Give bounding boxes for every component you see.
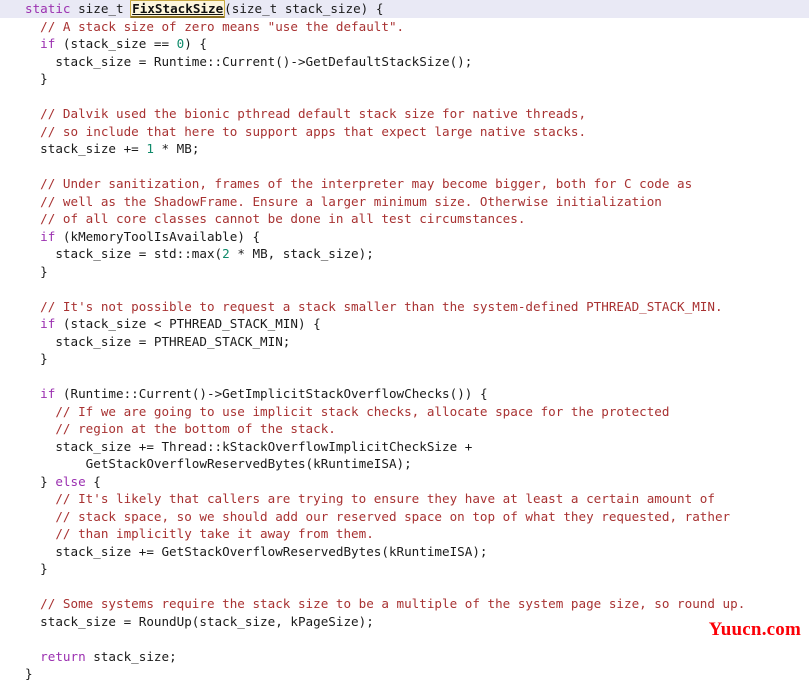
code-text: stack_size = RoundUp(stack_size, kPageSi… bbox=[25, 613, 374, 629]
code-comment: // It's likely that callers are trying t… bbox=[25, 491, 715, 506]
code-text: } bbox=[25, 351, 48, 366]
code-comment: // than implicitly take it away from the… bbox=[25, 526, 374, 541]
code-text: { bbox=[85, 473, 101, 489]
code-comment: // Dalvik used the bionic pthread defaul… bbox=[25, 106, 587, 121]
code-line[interactable] bbox=[0, 280, 809, 298]
code-line[interactable]: stack_size += GetStackOverflowReservedBy… bbox=[0, 543, 809, 561]
code-comment: // Under sanitization, frames of the int… bbox=[25, 176, 693, 191]
code-text: (size_t stack_size) { bbox=[224, 1, 384, 16]
code-line[interactable]: // so include that here to support apps … bbox=[0, 123, 809, 141]
code-keyword: static bbox=[25, 1, 71, 16]
code-line[interactable]: stack_size = PTHREAD_STACK_MIN; bbox=[0, 333, 809, 351]
code-text: } bbox=[25, 561, 48, 576]
code-text: stack_size = std::max( bbox=[25, 246, 223, 261]
code-line[interactable] bbox=[0, 158, 809, 176]
code-line[interactable]: // than implicitly take it away from the… bbox=[0, 525, 809, 543]
code-keyword: else bbox=[55, 473, 86, 489]
highlighted-symbol: FixStackSize bbox=[130, 0, 226, 18]
code-line[interactable]: if (stack_size == 0) { bbox=[0, 35, 809, 53]
code-text: } bbox=[25, 473, 56, 489]
code-line[interactable] bbox=[0, 630, 809, 648]
code-text: GetStackOverflowReservedBytes(kRuntimeIS… bbox=[25, 456, 412, 471]
code-line[interactable]: GetStackOverflowReservedBytes(kRuntimeIS… bbox=[0, 455, 809, 473]
code-line[interactable]: if (stack_size < PTHREAD_STACK_MIN) { bbox=[0, 315, 809, 333]
code-line[interactable]: } bbox=[0, 560, 809, 578]
code-line[interactable]: // Under sanitization, frames of the int… bbox=[0, 175, 809, 193]
code-line[interactable]: stack_size += Thread::kStackOverflowImpl… bbox=[0, 438, 809, 456]
code-text: (stack_size < PTHREAD_STACK_MIN) { bbox=[55, 316, 321, 331]
code-text: stack_size += GetStackOverflowReservedBy… bbox=[25, 543, 488, 559]
code-line[interactable]: if (kMemoryToolIsAvailable) { bbox=[0, 228, 809, 246]
code-line[interactable]: // Dalvik used the bionic pthread defaul… bbox=[0, 105, 809, 123]
code-line[interactable]: // It's not possible to request a stack … bbox=[0, 298, 809, 316]
code-number-literal: 2 bbox=[222, 246, 230, 261]
code-comment: // If we are going to use implicit stack… bbox=[25, 403, 670, 419]
code-comment: // well as the ShadowFrame. Ensure a lar… bbox=[25, 193, 662, 209]
code-line[interactable]: stack_size = RoundUp(stack_size, kPageSi… bbox=[0, 613, 809, 631]
code-line[interactable]: } bbox=[0, 665, 809, 683]
code-text: size_t bbox=[70, 1, 132, 16]
code-comment: // stack space, so we should add our res… bbox=[25, 508, 731, 524]
code-line[interactable]: } else { bbox=[0, 473, 809, 491]
code-text: } bbox=[25, 71, 48, 86]
code-line[interactable]: // A stack size of zero means "use the d… bbox=[0, 18, 809, 36]
code-text: } bbox=[25, 666, 33, 681]
code-comment: // region at the bottom of the stack. bbox=[25, 421, 336, 436]
code-line[interactable]: // of all core classes cannot be done in… bbox=[0, 210, 809, 228]
code-comment: // A stack size of zero means "use the d… bbox=[25, 18, 405, 34]
code-comment: // Some systems require the stack size t… bbox=[25, 596, 746, 611]
code-text: stack_size; bbox=[85, 648, 177, 664]
code-text: } bbox=[25, 263, 48, 279]
code-text: * MB, stack_size); bbox=[229, 246, 374, 261]
code-line[interactable] bbox=[0, 88, 809, 106]
code-text: stack_size = Runtime::Current()->GetDefa… bbox=[25, 53, 473, 69]
code-number-literal: 1 bbox=[146, 141, 154, 156]
code-keyword: if bbox=[40, 36, 56, 51]
code-keyword: if bbox=[40, 228, 56, 244]
code-line[interactable]: // region at the bottom of the stack. bbox=[0, 420, 809, 438]
code-line[interactable] bbox=[0, 368, 809, 386]
code-comment: // It's not possible to request a stack … bbox=[25, 298, 723, 314]
code-line[interactable]: stack_size = std::max(2 * MB, stack_size… bbox=[0, 245, 809, 263]
code-line[interactable]: return stack_size; bbox=[0, 648, 809, 666]
code-text: (Runtime::Current()->GetImplicitStackOve… bbox=[55, 386, 488, 401]
code-keyword: if bbox=[40, 316, 56, 331]
code-text: (kMemoryToolIsAvailable) { bbox=[55, 228, 261, 244]
code-keyword: return bbox=[40, 648, 86, 664]
code-text: * MB; bbox=[153, 141, 200, 156]
code-lines-container[interactable]: static size_t FixStackSize(size_t stack_… bbox=[0, 0, 809, 683]
code-text: (stack_size == bbox=[55, 36, 177, 51]
code-line[interactable]: } bbox=[0, 70, 809, 88]
code-line[interactable]: // stack space, so we should add our res… bbox=[0, 508, 809, 526]
code-text: ) { bbox=[184, 36, 208, 51]
code-line[interactable]: // Some systems require the stack size t… bbox=[0, 595, 809, 613]
code-text: stack_size += Thread::kStackOverflowImpl… bbox=[25, 438, 473, 454]
source-code-viewer[interactable]: static size_t FixStackSize(size_t stack_… bbox=[0, 0, 809, 685]
code-text: stack_size = PTHREAD_STACK_MIN; bbox=[25, 333, 291, 349]
code-line[interactable]: } bbox=[0, 350, 809, 368]
code-line[interactable]: } bbox=[0, 263, 809, 281]
code-line[interactable]: stack_size = Runtime::Current()->GetDefa… bbox=[0, 53, 809, 71]
code-line[interactable]: static size_t FixStackSize(size_t stack_… bbox=[0, 0, 809, 18]
code-line[interactable]: stack_size += 1 * MB; bbox=[0, 140, 809, 158]
code-line[interactable]: // well as the ShadowFrame. Ensure a lar… bbox=[0, 193, 809, 211]
code-line[interactable] bbox=[0, 578, 809, 596]
code-comment: // of all core classes cannot be done in… bbox=[25, 211, 526, 226]
code-keyword: if bbox=[40, 386, 56, 401]
code-line[interactable]: // It's likely that callers are trying t… bbox=[0, 490, 809, 508]
code-text: stack_size += bbox=[25, 141, 147, 156]
code-line[interactable]: // If we are going to use implicit stack… bbox=[0, 403, 809, 421]
code-line[interactable]: if (Runtime::Current()->GetImplicitStack… bbox=[0, 385, 809, 403]
code-comment: // so include that here to support apps … bbox=[25, 123, 587, 139]
watermark-label: Yuucn.com bbox=[708, 619, 801, 640]
